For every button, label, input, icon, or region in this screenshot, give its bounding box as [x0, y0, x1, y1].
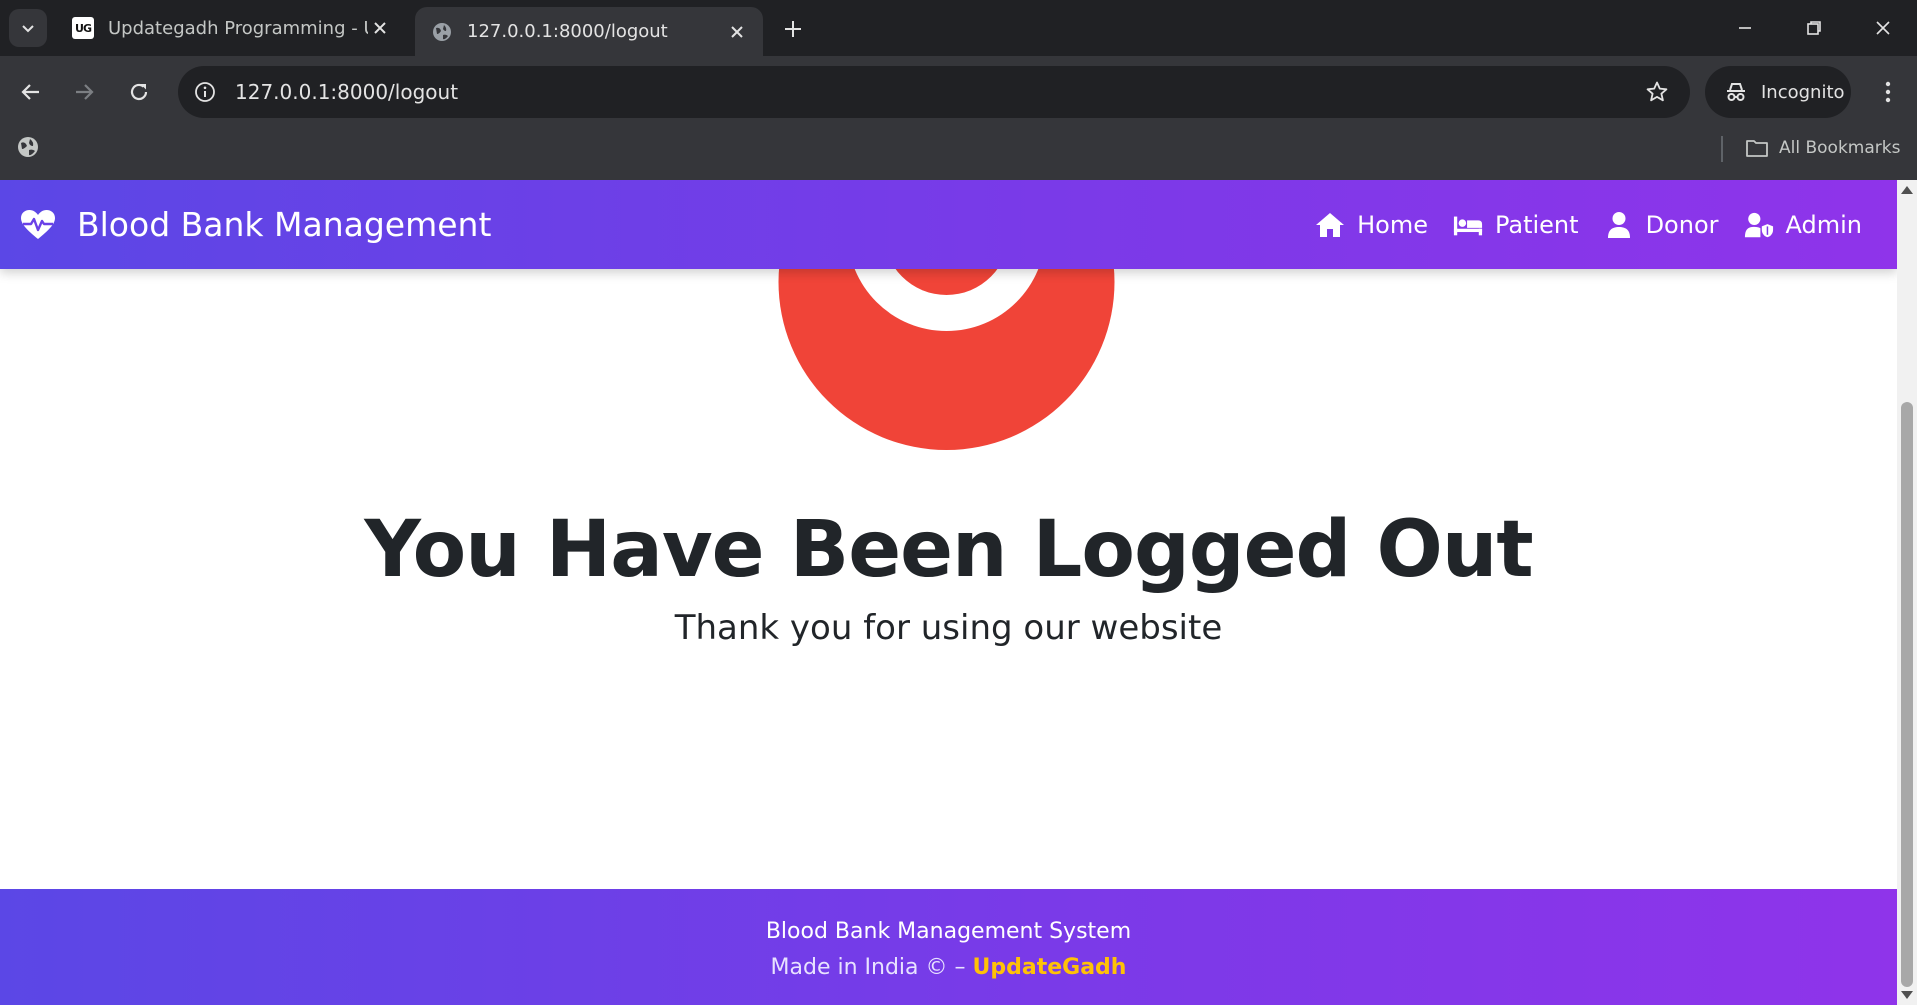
- brand-link[interactable]: Blood Bank Management: [20, 180, 491, 269]
- bookmark-separator: [1721, 136, 1723, 162]
- browser-toolbar: 127.0.0.1:8000/logout Incognito: [0, 56, 1917, 128]
- nav-home-link[interactable]: Home: [1315, 210, 1428, 240]
- user-shield-icon: [1744, 210, 1774, 240]
- site-footer: Blood Bank Management System Made in Ind…: [0, 889, 1897, 1005]
- forward-button[interactable]: [66, 74, 102, 110]
- footer-credit: Made in India © – UpdateGadh: [0, 955, 1897, 980]
- globe-icon: [431, 21, 453, 43]
- restore-button[interactable]: [1789, 12, 1839, 44]
- nav-patient-label: Patient: [1494, 210, 1579, 239]
- arrow-right-icon: [76, 84, 94, 100]
- close-icon: [1876, 21, 1890, 35]
- close-icon[interactable]: [725, 20, 749, 44]
- close-window-button[interactable]: [1858, 12, 1908, 44]
- tab-logout[interactable]: 127.0.0.1:8000/logout: [415, 7, 763, 56]
- reload-icon: [130, 83, 148, 101]
- logout-subheading: Thank you for using our website: [674, 608, 1223, 648]
- updategadh-favicon-icon: UG: [72, 17, 94, 39]
- all-bookmarks-label: All Bookmarks: [1779, 138, 1901, 158]
- footer-credit-text: Made in India © –: [770, 955, 973, 980]
- tab-search-button[interactable]: [9, 9, 47, 47]
- browser-tabstrip: UG Updategadh Programming - Up 127.0.0.1…: [0, 0, 1917, 56]
- nav-patient-link[interactable]: Patient: [1453, 210, 1579, 240]
- plus-icon: [785, 21, 801, 37]
- nav-donor-link[interactable]: Donor: [1604, 210, 1719, 240]
- scroll-down-arrow-icon[interactable]: [1901, 991, 1913, 999]
- new-tab-button[interactable]: [780, 16, 806, 42]
- tab-updategadh[interactable]: UG Updategadh Programming - Up: [56, 0, 406, 56]
- page-viewport: Blood Bank Management Home Patient Donor: [0, 180, 1897, 1005]
- reload-button[interactable]: [121, 74, 157, 110]
- bookmark-star-icon[interactable]: [1644, 79, 1670, 105]
- browser-menu-button[interactable]: [1870, 74, 1906, 110]
- more-vertical-icon: [1885, 81, 1891, 103]
- tab-title: Updategadh Programming - Up: [108, 17, 368, 39]
- page-scrollbar[interactable]: [1897, 180, 1917, 1005]
- bed-icon: [1453, 210, 1483, 240]
- address-text[interactable]: 127.0.0.1:8000/logout: [235, 80, 458, 104]
- footer-title: Blood Bank Management System: [765, 919, 1132, 944]
- nav-home-label: Home: [1357, 210, 1428, 239]
- nav-admin-label: Admin: [1785, 210, 1863, 239]
- chevron-down-icon: [22, 25, 34, 33]
- brand-name: Blood Bank Management: [77, 205, 492, 244]
- bookmark-globe-icon[interactable]: [16, 135, 40, 159]
- bookmarks-bar: [0, 128, 1917, 180]
- site-info-icon[interactable]: [192, 79, 218, 105]
- incognito-indicator[interactable]: Incognito: [1705, 66, 1851, 118]
- tab-title: 127.0.0.1:8000/logout: [467, 21, 668, 42]
- heartbeat-icon: [20, 207, 56, 243]
- restore-icon: [1807, 21, 1821, 35]
- scroll-thumb[interactable]: [1901, 402, 1913, 987]
- site-navbar: Blood Bank Management Home Patient Donor: [0, 180, 1897, 269]
- home-icon: [1315, 210, 1345, 240]
- nav-donor-label: Donor: [1645, 210, 1719, 239]
- all-bookmarks-button[interactable]: All Bookmarks: [1745, 133, 1900, 163]
- user-icon: [1604, 210, 1634, 240]
- back-button[interactable]: [13, 74, 49, 110]
- incognito-icon: [1723, 79, 1749, 105]
- nav-links: Home Patient Donor Admin: [1290, 180, 1862, 269]
- scroll-up-arrow-icon[interactable]: [1901, 186, 1913, 194]
- arrow-left-icon: [21, 84, 39, 100]
- nav-admin-link[interactable]: Admin: [1744, 210, 1863, 240]
- folder-icon: [1745, 136, 1769, 160]
- updategadh-link[interactable]: UpdateGadh: [973, 955, 1127, 980]
- minimize-button[interactable]: [1720, 12, 1770, 44]
- address-bar[interactable]: 127.0.0.1:8000/logout: [178, 66, 1690, 118]
- minimize-icon: [1739, 27, 1751, 29]
- logout-headline: You Have Been Logged Out: [364, 505, 1533, 595]
- incognito-label: Incognito: [1761, 81, 1845, 103]
- close-icon[interactable]: [368, 16, 392, 40]
